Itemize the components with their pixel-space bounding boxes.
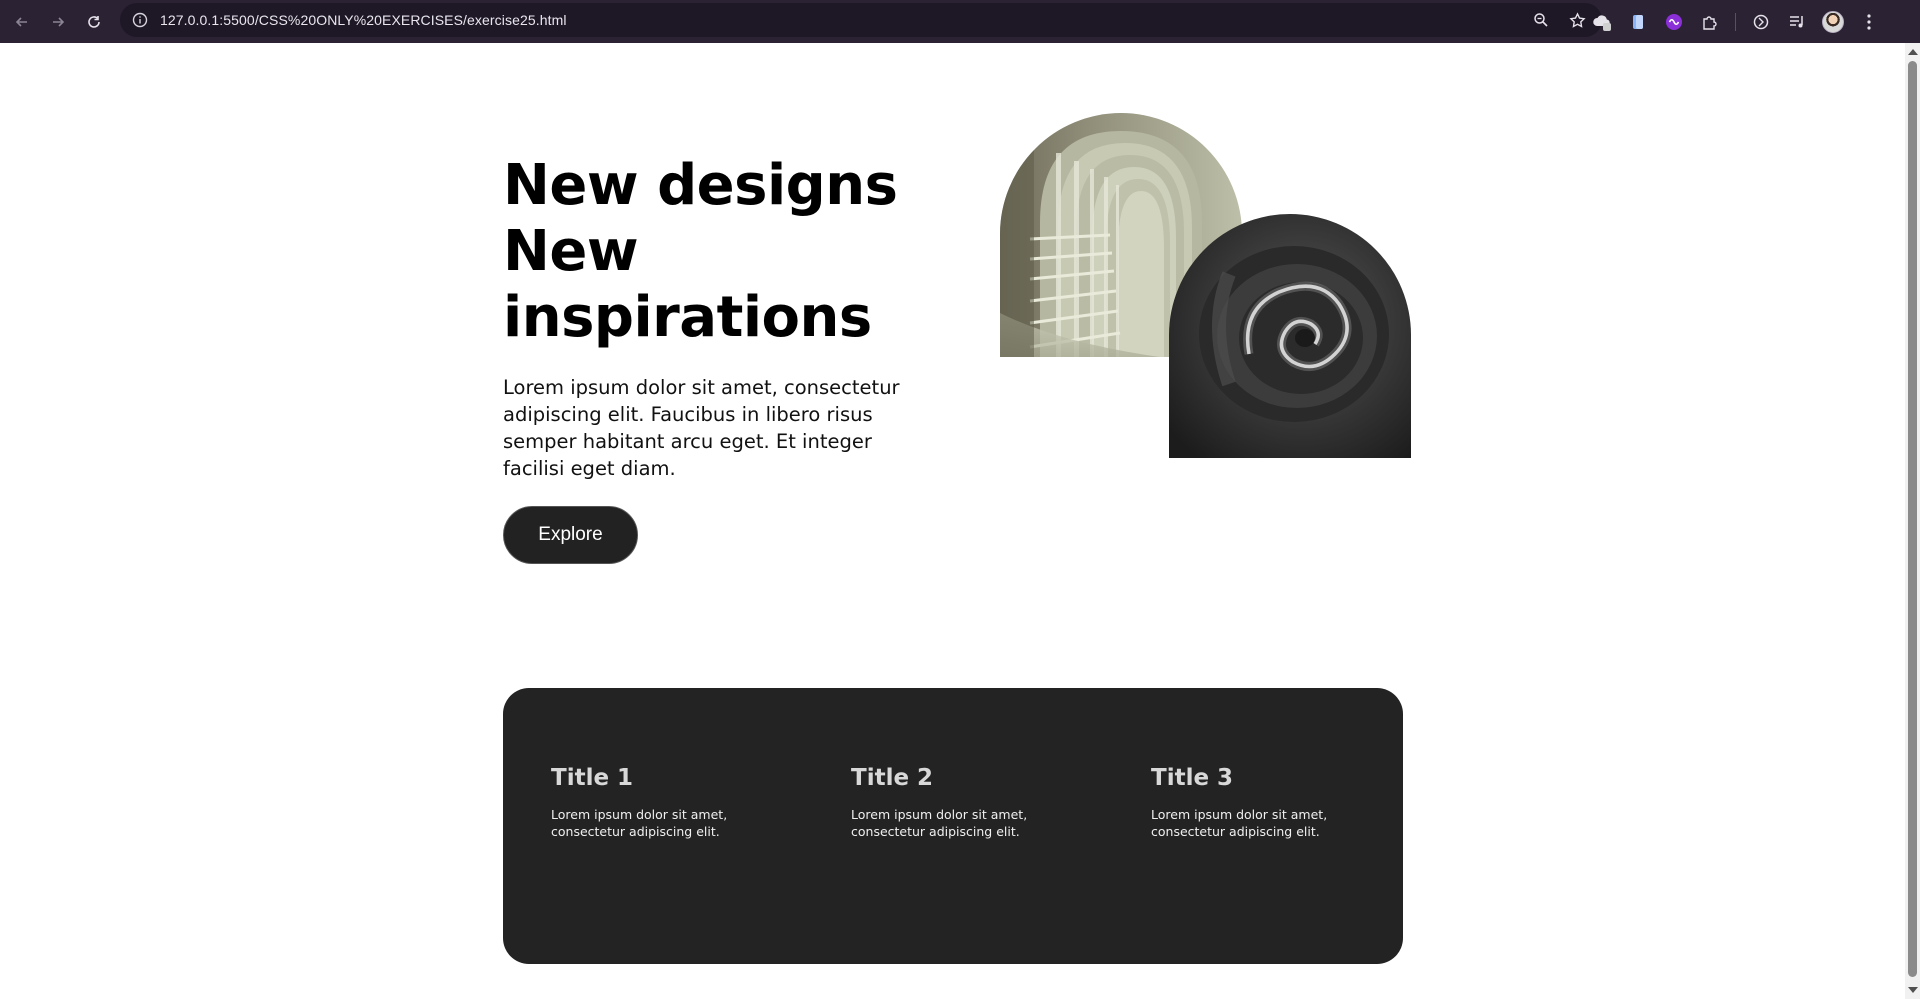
browser-toolbar: 127.0.0.1:5500/CSS%20ONLY%20EXERCISES/ex… [0, 0, 1920, 43]
back-button[interactable] [4, 4, 40, 40]
vertical-scrollbar[interactable] [1905, 43, 1920, 999]
hero-description: Lorem ipsum dolor sit amet, consectetur … [503, 376, 900, 480]
arrow-right-icon [53, 16, 65, 27]
puzzle-icon[interactable] [1699, 11, 1721, 33]
url-text[interactable]: 127.0.0.1:5500/CSS%20ONLY%20EXERCISES/ex… [160, 12, 567, 28]
feature-item-3: Title 3 Lorem ipsum dolor sit amet, cons… [1151, 763, 1381, 840]
scroll-down-arrow-icon[interactable] [1908, 987, 1918, 993]
hero-title-line-3: inspirations [503, 285, 872, 350]
omnibox-actions [1530, 3, 1588, 37]
nav-buttons [4, 4, 112, 40]
profile-avatar[interactable] [1822, 10, 1844, 33]
spiral-staircase-image [1169, 214, 1411, 458]
scroll-thumb[interactable] [1908, 61, 1917, 977]
scroll-up-arrow-icon[interactable] [1908, 49, 1918, 55]
menu-icon[interactable] [1858, 11, 1880, 33]
extensions-area [1591, 0, 1880, 43]
address-bar[interactable]: 127.0.0.1:5500/CSS%20ONLY%20EXERCISES/ex… [120, 3, 1602, 37]
extension-docs-icon[interactable] [1627, 11, 1649, 33]
feature-text-2: Lorem ipsum dolor sit amet, consectetur … [851, 807, 1028, 839]
feature-title-3: Title 3 [1151, 765, 1234, 791]
hero-title: New designs New inspirations [503, 153, 923, 351]
feature-item-2: Title 2 Lorem ipsum dolor sit amet, cons… [851, 763, 1081, 840]
feature-item-1: Title 1 Lorem ipsum dolor sit amet, cons… [551, 763, 781, 840]
site-info-icon[interactable] [132, 12, 148, 28]
feature-text-1: Lorem ipsum dolor sit amet, consectetur … [551, 807, 728, 839]
hero-title-line-2: New [503, 219, 639, 284]
reload-icon [88, 15, 100, 28]
toolbar-divider [1735, 12, 1736, 31]
feature-text-3: Lorem ipsum dolor sit amet, consectetur … [1151, 807, 1328, 839]
extension-purple-icon[interactable] [1663, 11, 1685, 33]
hero-title-line-1: New designs [503, 153, 898, 218]
star-icon[interactable] [1566, 9, 1588, 31]
arrow-left-icon [15, 16, 27, 27]
feature-title-1: Title 1 [551, 765, 634, 791]
reload-button[interactable] [76, 4, 112, 40]
media-control-icon[interactable] [1786, 11, 1808, 33]
extension-cloud-icon[interactable] [1591, 11, 1613, 33]
performance-icon[interactable] [1750, 11, 1772, 33]
forward-button[interactable] [40, 4, 76, 40]
feature-title-2: Title 2 [851, 765, 934, 791]
features-card: Title 1 Lorem ipsum dolor sit amet, cons… [503, 688, 1403, 964]
zoom-icon[interactable] [1530, 9, 1552, 31]
explore-button[interactable]: Explore [503, 506, 638, 564]
page-content: New designs New inspirations Lorem ipsum… [0, 43, 1905, 999]
